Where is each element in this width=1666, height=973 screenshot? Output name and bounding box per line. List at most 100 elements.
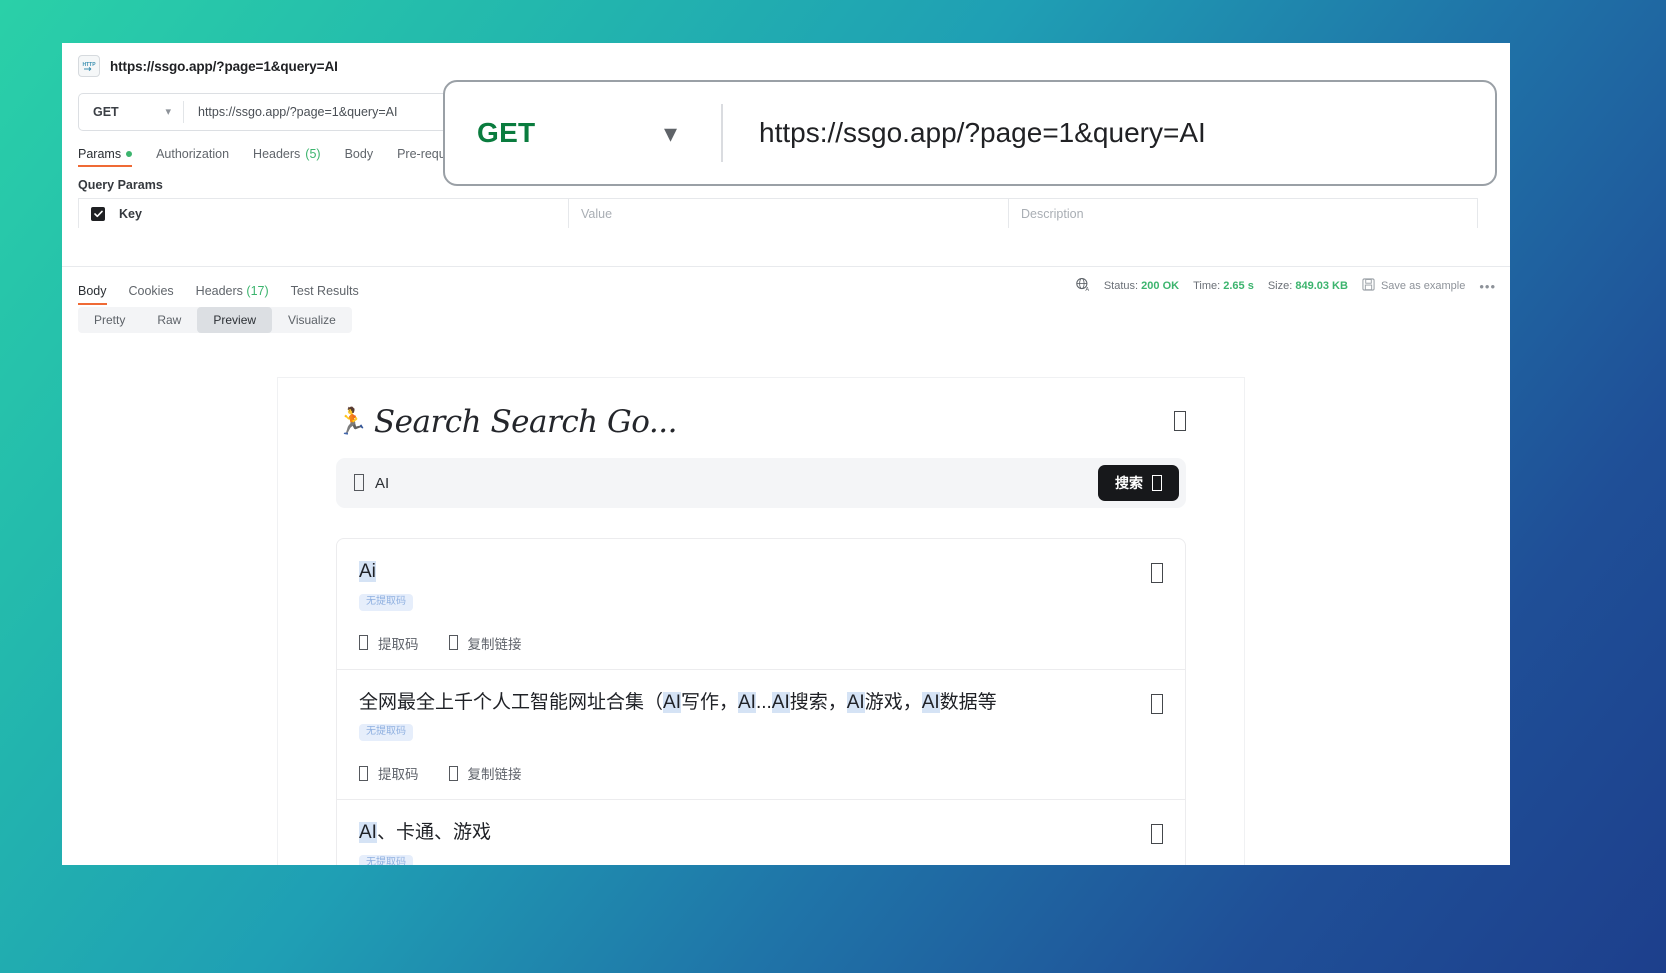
params-description-header: Description [1021, 206, 1084, 221]
open-external-icon[interactable] [1151, 693, 1163, 716]
result-card[interactable]: AI、卡通、游戏 无提取码 提取码 复制链接 [337, 800, 1185, 865]
runner-logo-icon: 🏃 [336, 407, 368, 437]
copy-link-button[interactable]: 复制链接 [448, 633, 522, 653]
search-button-icon [1152, 475, 1162, 491]
result-card[interactable]: 全网最全上千个人工智能网址合集（AI写作，AI...AI搜索，AI游戏，AI数据… [337, 670, 1185, 801]
extract-code-label: 提取码 [378, 636, 419, 652]
unsaved-dot-icon [126, 151, 133, 157]
resp-tab-test-results[interactable]: Test Results [291, 284, 359, 305]
method-label: GET [93, 105, 119, 119]
view-preview[interactable]: Preview [197, 307, 273, 333]
time-value: 2.65 s [1223, 280, 1254, 292]
size-value: 849.03 KB [1295, 280, 1348, 292]
extract-code-label: 提取码 [378, 767, 419, 783]
search-bar[interactable]: AI 搜索 [336, 458, 1186, 508]
result-title[interactable]: AI、卡通、游戏 [359, 820, 1129, 846]
tab-params[interactable]: Params [78, 147, 133, 167]
checkbox-checked-icon[interactable] [91, 206, 105, 221]
search-icon [354, 473, 364, 493]
open-external-icon[interactable] [1151, 824, 1163, 846]
http-icon: HTTP [78, 55, 100, 77]
search-input[interactable]: AI [375, 475, 389, 492]
status-label: Status: [1103, 280, 1139, 292]
result-title[interactable]: 全网最全上千个人工智能网址合集（AI写作，AI...AI搜索，AI游戏，AI数据… [359, 690, 1129, 716]
extract-code-button[interactable]: 提取码 [359, 763, 419, 783]
site-title-text: Search Search Go... [373, 404, 678, 440]
site-header: 🏃 Search Search Go... [336, 404, 1186, 458]
resp-tab-cookies[interactable]: Cookies [129, 284, 174, 305]
result-title[interactable]: Ai [359, 559, 1129, 585]
resp-tab-headers[interactable]: Headers (17) [196, 284, 269, 305]
url-overlay-zoom: GET ▾ https://ssgo.app/?page=1&query=AI [443, 80, 1497, 186]
result-actions: 提取码 复制链接 [359, 633, 1129, 653]
site-title: 🏃 Search Search Go... [336, 404, 677, 440]
overlay-method-label: GET [477, 117, 536, 148]
extract-code-button[interactable]: 提取码 [359, 633, 419, 653]
response-tabs: Body Cookies Headers (17) Test Results [78, 267, 359, 305]
result-card[interactable]: Ai 无提取码 提取码 复制链接 [337, 539, 1185, 670]
resp-tab-body[interactable]: Body [78, 284, 107, 305]
view-raw[interactable]: Raw [141, 307, 197, 333]
tab-params-label: Params [78, 147, 122, 161]
request-title: https://ssgo.app/?page=1&query=AI [110, 58, 338, 74]
status-text: Status: 200 OK [1104, 280, 1179, 292]
url-input[interactable]: https://ssgo.app/?page=1&query=AI [184, 105, 397, 119]
overlay-method-selector[interactable]: GET ▾ [445, 117, 721, 149]
more-options-icon[interactable]: ••• [1479, 279, 1496, 294]
search-input-wrap[interactable]: AI [354, 473, 1098, 493]
time-label: Time: [1193, 280, 1221, 292]
status-value: 200 OK [1141, 280, 1180, 292]
size-text: Size: 849.03 KB [1268, 280, 1348, 292]
view-pretty[interactable]: Pretty [78, 307, 141, 333]
tab-prerequest[interactable]: Pre-requ [397, 147, 446, 167]
svg-text:A: A [1085, 287, 1089, 292]
result-side-action[interactable] [1129, 559, 1163, 585]
result-main: 全网最全上千个人工智能网址合集（AI写作，AI...AI搜索，AI游戏，AI数据… [359, 690, 1129, 784]
svg-text:HTTP: HTTP [82, 62, 96, 68]
status-badge: 无提取码 [359, 593, 413, 611]
response-bar: Body Cookies Headers (17) Test Results A [62, 267, 1510, 305]
result-main: AI、卡通、游戏 无提取码 提取码 复制链接 [359, 820, 1129, 865]
method-selector[interactable]: GET ▾ [79, 94, 183, 130]
tab-body[interactable]: Body [345, 147, 374, 167]
open-external-icon[interactable] [1151, 563, 1163, 585]
key-icon [359, 765, 368, 781]
result-actions: 提取码 复制链接 [359, 763, 1129, 783]
copy-link-label: 复制链接 [467, 636, 522, 652]
header-action-icon[interactable] [1174, 411, 1186, 433]
chevron-down-icon: ▾ [165, 105, 171, 118]
globe-icon: A [1075, 277, 1090, 295]
params-value-header: Value [569, 199, 1009, 228]
tab-headers-count: (5) [305, 147, 321, 161]
copy-link-label: 复制链接 [467, 767, 522, 783]
save-icon [1362, 278, 1375, 294]
link-icon [448, 635, 458, 651]
resp-tab-headers-label: Headers [195, 284, 243, 298]
view-visualize[interactable]: Visualize [272, 307, 352, 333]
key-icon [359, 635, 368, 651]
search-button-label: 搜索 [1115, 475, 1143, 491]
save-as-example-label: Save as example [1380, 280, 1466, 292]
result-main: Ai 无提取码 提取码 复制链接 [359, 559, 1129, 653]
result-side-action[interactable] [1129, 690, 1163, 716]
status-badge: 无提取码 [359, 724, 413, 742]
tab-authorization[interactable]: Authorization [156, 147, 229, 167]
previewed-website: 🏃 Search Search Go... AI 搜索 Ai 无提取码 提取码 … [278, 378, 1244, 865]
resp-tab-headers-count: (17) [246, 284, 269, 298]
params-key-header: Key [79, 199, 569, 228]
response-view-switch: Pretty Raw Preview Visualize [78, 307, 352, 333]
search-results-list: Ai 无提取码 提取码 复制链接 全网最全上千个人工智能网址合集（AI写作，AI… [336, 538, 1186, 865]
tab-headers[interactable]: Headers (5) [253, 147, 321, 167]
result-side-action[interactable] [1129, 820, 1163, 846]
search-button[interactable]: 搜索 [1098, 465, 1179, 501]
size-label: Size: [1267, 280, 1293, 292]
save-as-example-button[interactable]: Save as example [1362, 278, 1465, 294]
response-meta: A Status: 200 OK Time: 2.65 s Size: 849.… [1075, 277, 1496, 295]
preview-area: 🏃 Search Search Go... AI 搜索 Ai 无提取码 提取码 … [62, 343, 1510, 865]
chevron-down-icon: ▾ [663, 118, 677, 148]
overlay-url-text[interactable]: https://ssgo.app/?page=1&query=AI [723, 117, 1206, 149]
link-icon [448, 765, 458, 781]
params-key-label: Key [119, 206, 142, 221]
copy-link-button[interactable]: 复制链接 [448, 763, 522, 783]
params-table: Key Value Description [78, 198, 1478, 228]
